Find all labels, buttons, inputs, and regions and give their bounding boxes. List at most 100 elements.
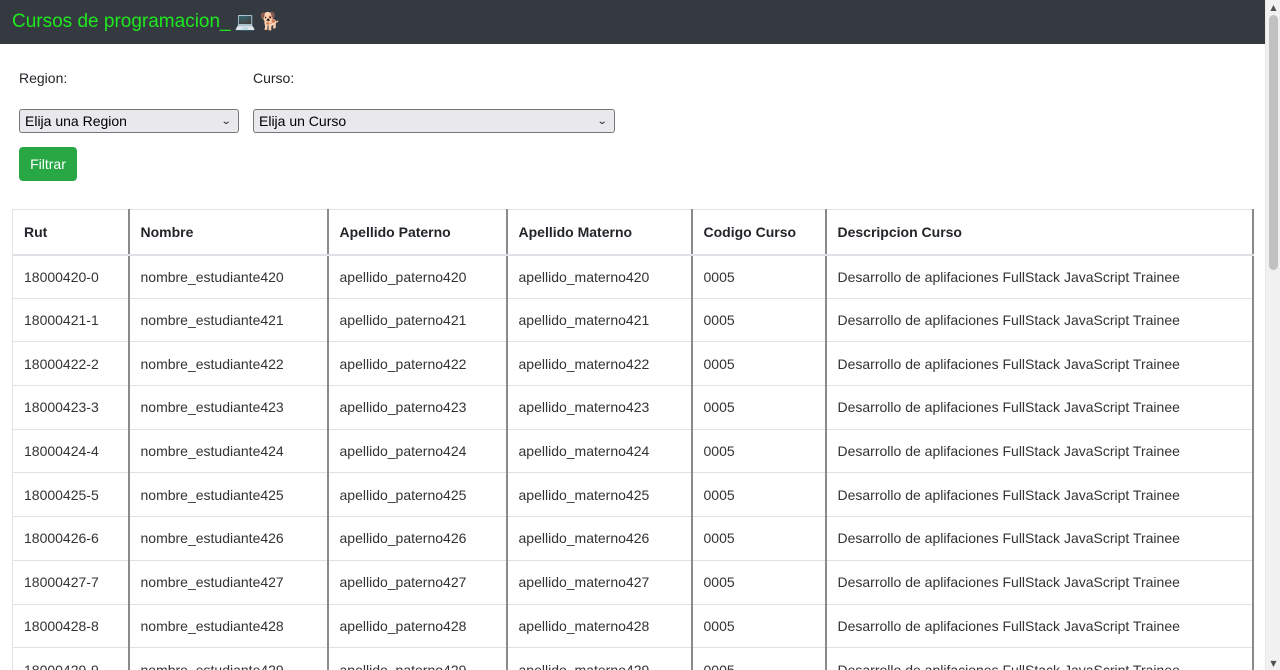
cell-apellido-paterno: apellido_paterno426 [327, 516, 508, 561]
cell-nombre: nombre_estudiante427 [128, 559, 329, 605]
header-apellido-materno[interactable]: Apellido Materno [506, 209, 693, 256]
cell-descripcion-curso: Desarrollo de aplifaciones FullStack Jav… [825, 385, 1254, 430]
cell-nombre: nombre_estudiante426 [128, 516, 329, 561]
table-row: 18000420-0 nombre_estudiante420 apellido_p… [12, 254, 1254, 299]
cell-descripcion-curso: Desarrollo de aplifaciones FullStack Jav… [825, 428, 1254, 474]
cell-apellido-paterno: apellido_paterno429 [327, 647, 508, 670]
cell-apellido-paterno: apellido_paterno428 [327, 603, 508, 649]
curso-label: Curso: [253, 70, 295, 86]
cell-rut: 18000422-2 [12, 341, 130, 387]
cell-descripcion-curso: Desarrollo de aplifaciones FullStack Jav… [825, 559, 1254, 605]
cell-codigo-curso: 0005 [691, 385, 827, 430]
students-table-wrapper: Rut Nombre Apellido Paterno Apellido Mat… [12, 209, 1254, 670]
table-row: 18000425-5 nombre_estudiante425 apellido_p… [12, 472, 1254, 518]
filtrar-button[interactable]: Filtrar [19, 147, 77, 181]
cell-codigo-curso: 0005 [691, 428, 827, 474]
cell-codigo-curso: 0005 [691, 472, 827, 518]
cell-codigo-curso: 0005 [691, 341, 827, 387]
cell-descripcion-curso: Desarrollo de aplifaciones FullStack Jav… [825, 647, 1254, 670]
cell-descripcion-curso: Desarrollo de aplifaciones FullStack Jav… [825, 472, 1254, 518]
cell-rut: 18000424-4 [12, 428, 130, 474]
table-row: 18000422-2 nombre_estudiante422 apellido_p… [12, 341, 1254, 387]
cell-codigo-curso: 0005 [691, 559, 827, 605]
cell-rut: 18000429-9 [12, 647, 130, 670]
table-row: 18000423-3 nombre_estudiante423 apellido_p… [12, 385, 1254, 430]
table-row: 18000428-8 nombre_estudiante428 apellido_p… [12, 603, 1254, 649]
header-apellido-paterno[interactable]: Apellido Paterno [327, 209, 508, 256]
cell-apellido-materno: apellido_materno422 [506, 341, 693, 387]
students-table: Rut Nombre Apellido Paterno Apellido Mat… [12, 209, 1254, 670]
cell-descripcion-curso: Desarrollo de aplifaciones FullStack Jav… [825, 516, 1254, 561]
cell-codigo-curso: 0005 [691, 603, 827, 649]
cell-rut: 18000423-3 [12, 385, 130, 430]
vertical-scrollbar[interactable]: ▲ ▼ [1265, 0, 1280, 670]
cell-nombre: nombre_estudiante421 [128, 297, 329, 343]
region-select[interactable]: Elija una Region ⌄ [19, 109, 239, 133]
cell-nombre: nombre_estudiante428 [128, 603, 329, 649]
cell-apellido-paterno: apellido_paterno420 [327, 254, 508, 299]
cell-descripcion-curso: Desarrollo de aplifaciones FullStack Jav… [825, 297, 1254, 343]
header-rut[interactable]: Rut [12, 209, 130, 256]
table-row: 18000421-1 nombre_estudiante421 apellido_p… [12, 297, 1254, 343]
header-descripcion-curso[interactable]: Descripcion Curso [825, 209, 1254, 256]
cell-descripcion-curso: Desarrollo de aplifaciones FullStack Jav… [825, 341, 1254, 387]
chevron-down-icon: ⌄ [596, 115, 608, 127]
scroll-down-arrow-icon[interactable]: ▼ [1266, 656, 1280, 670]
cell-apellido-paterno: apellido_paterno425 [327, 472, 508, 518]
cell-apellido-materno: apellido_materno428 [506, 603, 693, 649]
cell-descripcion-curso: Desarrollo de aplifaciones FullStack Jav… [825, 254, 1254, 299]
table-row: 18000427-7 nombre_estudiante427 apellido_p… [12, 559, 1254, 605]
cell-rut: 18000426-6 [12, 516, 130, 561]
cell-apellido-materno: apellido_materno426 [506, 516, 693, 561]
scroll-up-arrow-icon[interactable]: ▲ [1266, 0, 1280, 14]
cell-rut: 18000425-5 [12, 472, 130, 518]
cell-nombre: nombre_estudiante424 [128, 428, 329, 474]
table-row: 18000429-9 nombre_estudiante429 apellido_p… [12, 647, 1254, 670]
header-codigo-curso[interactable]: Codigo Curso [691, 209, 827, 256]
curso-select-value: Elija un Curso [259, 113, 347, 129]
cell-nombre: nombre_estudiante422 [128, 341, 329, 387]
cell-codigo-curso: 0005 [691, 254, 827, 299]
cell-apellido-materno: apellido_materno427 [506, 559, 693, 605]
header-nombre[interactable]: Nombre [128, 209, 329, 256]
cell-apellido-paterno: apellido_paterno427 [327, 559, 508, 605]
navbar-brand[interactable]: Cursos de programacion_ 💻 🐕 [12, 11, 281, 33]
cell-apellido-materno: apellido_materno424 [506, 428, 693, 474]
cell-nombre: nombre_estudiante420 [128, 254, 329, 299]
cell-descripcion-curso: Desarrollo de aplifaciones FullStack Jav… [825, 603, 1254, 649]
laptop-icon: 💻 [234, 11, 256, 32]
main-content: Region: Curso: Elija una Region ⌄ Elija … [0, 44, 1265, 670]
cell-apellido-paterno: apellido_paterno424 [327, 428, 508, 474]
cell-nombre: nombre_estudiante429 [128, 647, 329, 670]
table-body: 18000420-0 nombre_estudiante420 apellido_p… [12, 254, 1254, 670]
cell-apellido-paterno: apellido_paterno422 [327, 341, 508, 387]
cell-apellido-materno: apellido_materno425 [506, 472, 693, 518]
cell-nombre: nombre_estudiante423 [128, 385, 329, 430]
brand-title: Cursos de programacion_ [12, 11, 231, 32]
cell-apellido-materno: apellido_materno423 [506, 385, 693, 430]
table-header-row: Rut Nombre Apellido Paterno Apellido Mat… [12, 209, 1254, 256]
cell-codigo-curso: 0005 [691, 647, 827, 670]
cell-rut: 18000428-8 [12, 603, 130, 649]
cell-apellido-materno: apellido_materno420 [506, 254, 693, 299]
table-row: 18000424-4 nombre_estudiante424 apellido_p… [12, 428, 1254, 474]
cell-rut: 18000420-0 [12, 254, 130, 299]
cell-codigo-curso: 0005 [691, 297, 827, 343]
cell-rut: 18000427-7 [12, 559, 130, 605]
dog-icon: 🐕 [259, 11, 281, 32]
page: Cursos de programacion_ 💻 🐕 Region: Curs… [0, 0, 1280, 670]
cell-apellido-paterno: apellido_paterno421 [327, 297, 508, 343]
region-select-value: Elija una Region [25, 113, 127, 129]
cell-nombre: nombre_estudiante425 [128, 472, 329, 518]
cell-codigo-curso: 0005 [691, 516, 827, 561]
cell-rut: 18000421-1 [12, 297, 130, 343]
cell-apellido-paterno: apellido_paterno423 [327, 385, 508, 430]
navbar: Cursos de programacion_ 💻 🐕 [0, 0, 1265, 44]
table-row: 18000426-6 nombre_estudiante426 apellido_p… [12, 516, 1254, 561]
cell-apellido-materno: apellido_materno429 [506, 647, 693, 670]
curso-select[interactable]: Elija un Curso ⌄ [253, 109, 615, 133]
region-label: Region: [19, 70, 68, 86]
scrollbar-thumb[interactable] [1269, 15, 1278, 270]
chevron-down-icon: ⌄ [220, 115, 232, 127]
cell-apellido-materno: apellido_materno421 [506, 297, 693, 343]
